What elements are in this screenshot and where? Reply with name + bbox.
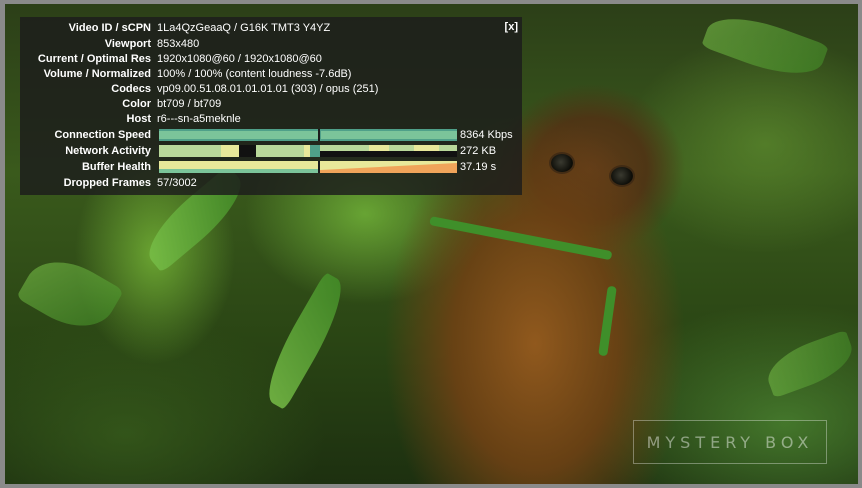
stat-value: 272 KB bbox=[460, 145, 497, 157]
bamboo-stick bbox=[598, 285, 617, 357]
stat-row-network-activity: Network Activity 272 KB bbox=[20, 144, 520, 159]
stat-value: bt709 / bt709 bbox=[157, 98, 222, 110]
stat-label: Buffer Health bbox=[81, 161, 151, 173]
stat-row-host: Host r6---sn-a5meknle bbox=[20, 112, 510, 127]
stat-value: r6---sn-a5meknle bbox=[157, 113, 241, 125]
stat-label: Viewport bbox=[104, 38, 151, 50]
foliage-leaf bbox=[701, 4, 829, 88]
stat-value: vp09.00.51.08.01.01.01.01 (303) / opus (… bbox=[157, 83, 379, 95]
foliage-leaf bbox=[760, 329, 858, 399]
buffer-health-graph bbox=[159, 161, 457, 173]
stat-label: Video ID / sCPN bbox=[68, 22, 151, 34]
stat-value: 1La4QzGeaaQ / G16K TMT3 Y4YZ bbox=[157, 22, 331, 34]
stat-label: Current / Optimal Res bbox=[37, 53, 151, 65]
foliage-leaf bbox=[255, 271, 355, 411]
watermark-logo: MYSTERY BOX bbox=[633, 420, 827, 464]
stat-value: 57/3002 bbox=[157, 177, 197, 189]
stat-row-dropped-frames: Dropped Frames 57/3002 bbox=[20, 176, 510, 191]
stat-label: Network Activity bbox=[65, 145, 151, 157]
stat-row-video-id: Video ID / sCPN 1La4QzGeaaQ / G16K TMT3 … bbox=[20, 21, 510, 36]
stat-row-connection-speed: Connection Speed 8364 Kbps bbox=[20, 128, 520, 143]
stat-value: 100% / 100% (content loudness -7.6dB) bbox=[157, 68, 352, 80]
stat-row-viewport: Viewport 853x480 bbox=[20, 37, 510, 52]
stat-label: Color bbox=[122, 98, 151, 110]
connection-speed-graph bbox=[159, 129, 457, 141]
video-player[interactable]: MYSTERY BOX [x] Video ID / sCPN 1La4QzGe… bbox=[0, 0, 862, 488]
foliage-leaf bbox=[16, 245, 124, 343]
stat-row-volume: Volume / Normalized 100% / 100% (content… bbox=[20, 67, 510, 82]
network-activity-graph bbox=[159, 145, 457, 157]
monkey-eye bbox=[611, 167, 633, 185]
stat-label: Codecs bbox=[111, 83, 151, 95]
stat-value: 8364 Kbps bbox=[460, 129, 513, 141]
stats-for-nerds-panel: [x] Video ID / sCPN 1La4QzGeaaQ / G16K T… bbox=[20, 17, 522, 195]
stat-value: 853x480 bbox=[157, 38, 200, 50]
stat-row-color: Color bt709 / bt709 bbox=[20, 97, 510, 112]
stat-row-buffer-health: Buffer Health 37.19 s bbox=[20, 160, 520, 175]
stat-value: 1920x1080@60 / 1920x1080@60 bbox=[157, 53, 322, 65]
stat-label: Host bbox=[126, 113, 151, 125]
stat-row-codecs: Codecs vp09.00.51.08.01.01.01.01 (303) /… bbox=[20, 82, 510, 97]
monkey-eye bbox=[551, 154, 573, 172]
bamboo-stick bbox=[429, 216, 613, 261]
stat-label: Connection Speed bbox=[54, 129, 151, 141]
stat-label: Volume / Normalized bbox=[43, 68, 151, 80]
stat-label: Dropped Frames bbox=[63, 177, 151, 189]
stat-value: 37.19 s bbox=[460, 161, 497, 173]
stat-row-resolution: Current / Optimal Res 1920x1080@60 / 192… bbox=[20, 52, 510, 67]
